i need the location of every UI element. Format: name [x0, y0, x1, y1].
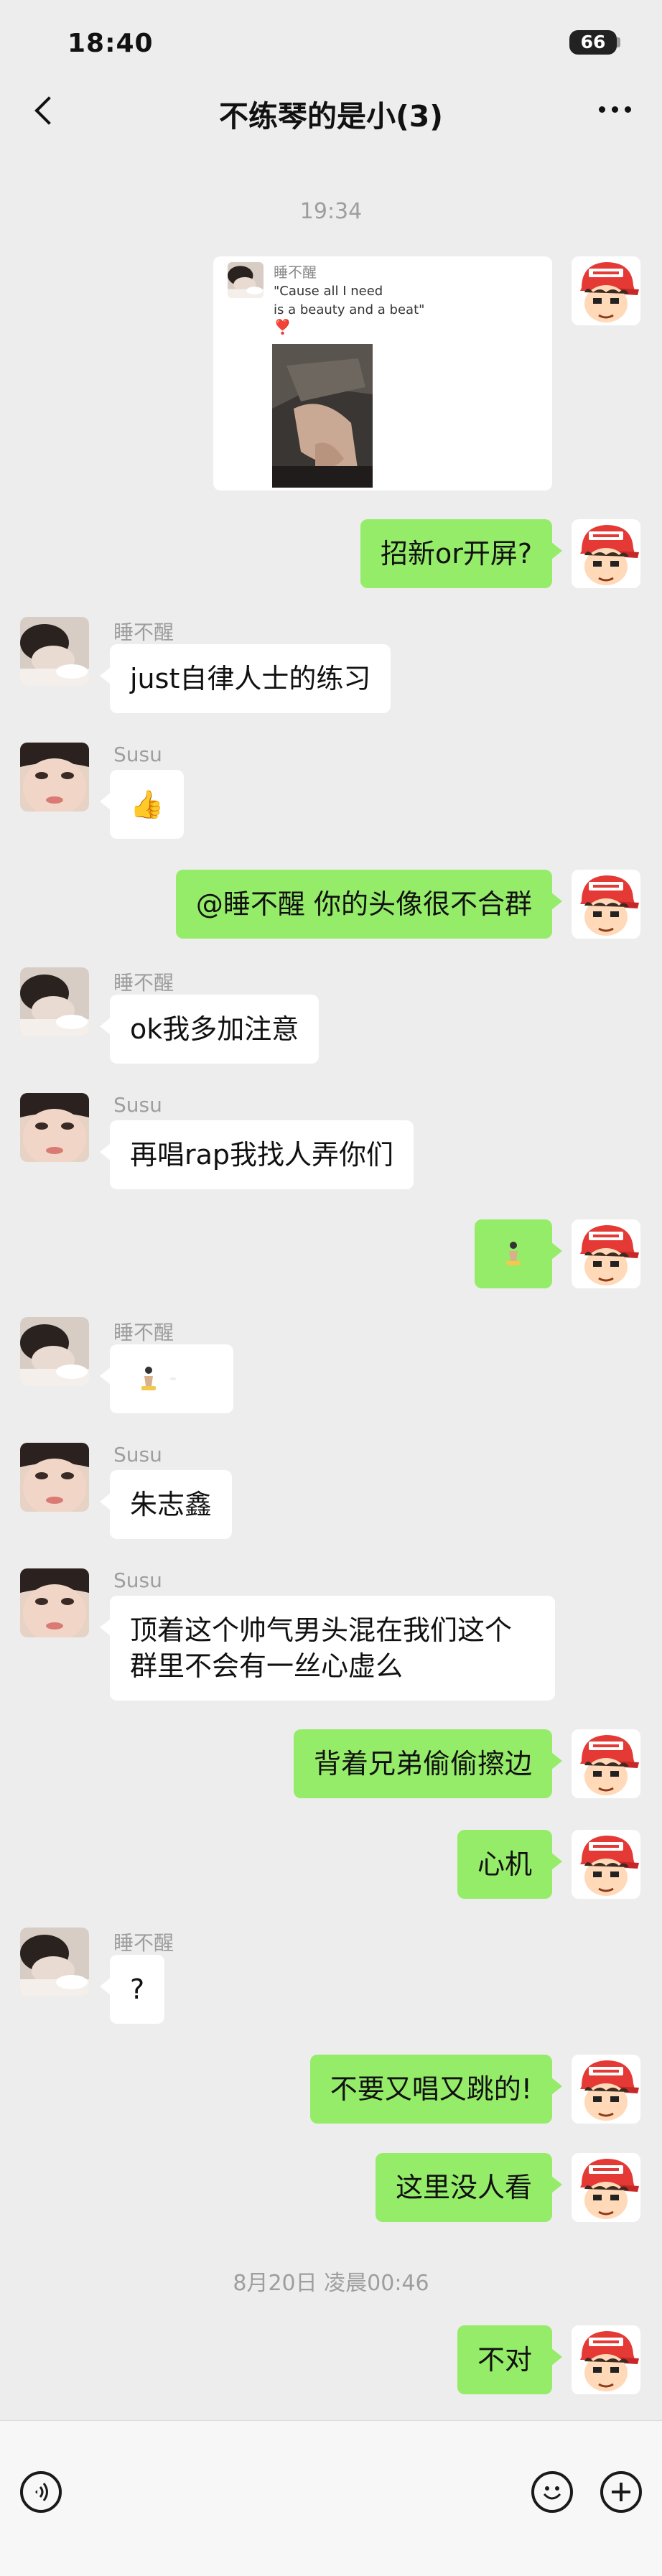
emoji-icon[interactable] — [531, 2471, 573, 2513]
plus-icon[interactable] — [600, 2471, 642, 2513]
voice-input-icon[interactable] — [20, 2471, 62, 2513]
avatar-self[interactable] — [572, 1219, 640, 1288]
message-bubble-outgoing[interactable]: 这里没人看 — [375, 2153, 563, 2222]
avatar-self[interactable] — [572, 870, 640, 939]
battery-tip — [617, 37, 620, 47]
message-bubble-outgoing[interactable]: @睡不醒 你的头像很不合群 — [175, 870, 563, 939]
message-bubble-incoming[interactable]: ok我多加注意 — [99, 995, 320, 1064]
heart-icon: ❣️ — [274, 318, 292, 335]
avatar-shuibuxing[interactable] — [20, 1317, 89, 1386]
battery-icon: 66 — [569, 30, 617, 55]
sender-name: Susu — [113, 1093, 162, 1117]
avatar-self[interactable] — [572, 256, 640, 325]
sender-name: Susu — [113, 1568, 162, 1592]
message-input[interactable] — [80, 2463, 511, 2521]
message-bubble-incoming[interactable]: 👍 — [99, 770, 185, 839]
avatar-susu[interactable] — [20, 743, 89, 812]
avatar-susu[interactable] — [20, 1093, 89, 1162]
avatar-self[interactable] — [572, 1729, 640, 1798]
avatar-self[interactable] — [572, 2055, 640, 2124]
sender-name: 睡不醒 — [113, 1321, 174, 1344]
status-time: 18:40 — [67, 29, 154, 58]
sticker-bubble-outgoing[interactable] — [475, 1219, 562, 1288]
avatar-shuibuxing[interactable] — [20, 617, 89, 686]
person-sticker-icon — [141, 1367, 156, 1390]
message-bubble-outgoing[interactable]: 背着兄弟偷偷擦边 — [293, 1729, 563, 1798]
avatar-self[interactable] — [572, 2153, 640, 2222]
avatar-shuibuxing[interactable] — [20, 967, 89, 1036]
avatar-self[interactable] — [572, 2325, 640, 2394]
shared-post-card[interactable]: 睡不醒 "Cause all I need is a beauty and a … — [213, 256, 552, 490]
person-sticker-icon — [506, 1242, 521, 1265]
card-thumbnail — [228, 262, 264, 298]
more-icon[interactable] — [599, 106, 632, 113]
status-bar: 18:40 66 — [0, 0, 662, 86]
sender-name: Susu — [113, 743, 162, 766]
message-bubble-incoming[interactable]: 顶着这个帅气男头混在我们这个群里不会有一丝心虚么 — [100, 1596, 555, 1701]
message-bubble-outgoing[interactable]: 不对 — [457, 2325, 563, 2394]
message-bubble-incoming[interactable]: ? — [99, 1955, 165, 2024]
avatar-self[interactable] — [572, 1830, 640, 1899]
sender-name: Susu — [113, 1443, 162, 1466]
sender-name: 睡不醒 — [113, 1931, 174, 1955]
card-photo[interactable] — [272, 344, 373, 488]
message-bubble-incoming[interactable]: just自律人士的练习 — [99, 644, 391, 713]
chat-title: 不练琴的是小(3) — [218, 99, 443, 134]
avatar-self[interactable] — [572, 519, 640, 588]
avatar-susu[interactable] — [20, 1568, 89, 1637]
sticker-bubble-incoming[interactable] — [100, 1344, 233, 1413]
message-bubble-incoming[interactable]: 再唱rap我找人弄你们 — [99, 1120, 414, 1189]
avatar-susu[interactable] — [20, 1443, 89, 1512]
message-bubble-outgoing[interactable]: 招新or开屏? — [360, 519, 563, 588]
dot-icon — [170, 1377, 176, 1380]
message-bubble-outgoing[interactable]: 心机 — [457, 1830, 563, 1899]
timestamp: 19:34 — [299, 199, 363, 224]
card-author: 睡不醒 — [274, 264, 317, 281]
nav-bar: 不练琴的是小(3) — [0, 80, 662, 141]
message-bubble-incoming[interactable]: 朱志鑫 — [99, 1470, 233, 1539]
sender-name: 睡不醒 — [113, 620, 174, 644]
message-bubble-outgoing[interactable]: 不要又唱又跳的! — [309, 2055, 563, 2124]
sender-name: 睡不醒 — [113, 971, 174, 995]
card-text: "Cause all I need is a beauty and a beat… — [274, 284, 425, 317]
avatar-shuibuxing[interactable] — [20, 1928, 89, 1996]
timestamp: 8月20日 凌晨00:46 — [233, 2271, 429, 2296]
input-bar — [0, 2420, 662, 2576]
